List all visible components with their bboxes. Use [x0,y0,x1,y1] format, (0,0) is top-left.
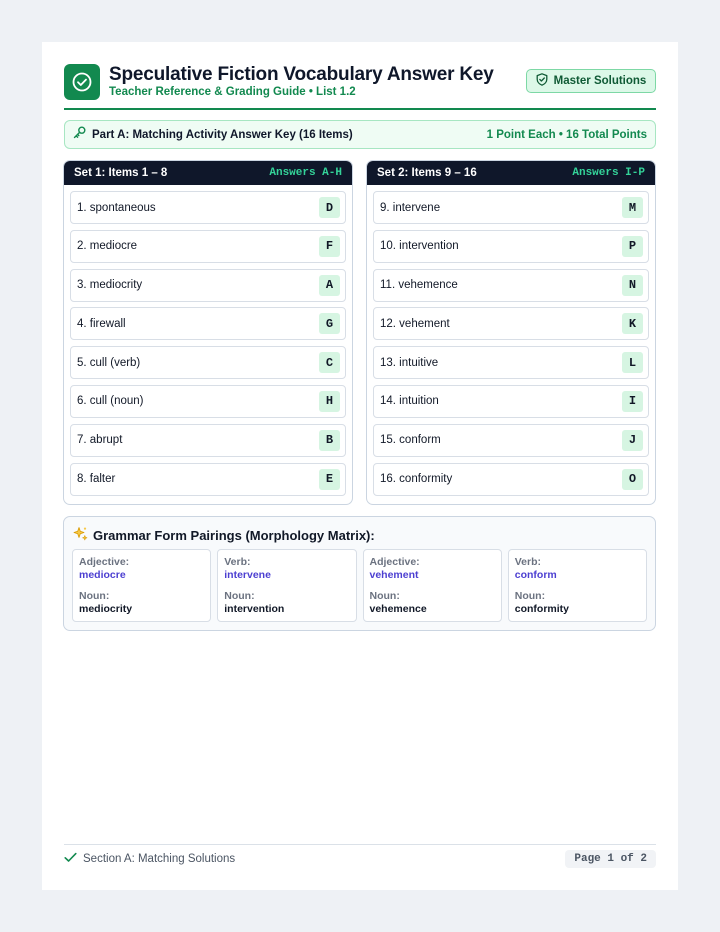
answer-letter: A [319,274,340,296]
list-item: 4. firewall G [70,307,346,341]
answer-letter: P [622,235,643,257]
answer-letter: M [622,197,643,218]
answer-letter: O [622,468,643,490]
list-item: 15. conform J [373,423,649,457]
form-word: intervene [224,569,271,581]
form-label: Verb: [514,556,542,568]
answer-letter: J [622,429,643,451]
part-a-title: Part A: Matching Activity Answer Key (16… [92,128,353,141]
answer-letter: E [319,468,340,490]
part-a-bar: Part A: Matching Activity Answer Key (16… [64,120,656,149]
answer-letter: G [319,313,340,335]
answer-letter: D [319,197,340,218]
answer-letter: N [622,274,643,296]
list-item: 14. intuition I [373,384,649,418]
term-label: 6. cull (noun) [77,395,144,408]
footer-divider [64,844,656,845]
term-label: 4. firewall [77,317,126,330]
page-title: Speculative Fiction Vocabulary Answer Ke… [109,64,494,85]
footer-section: Section A: Matching Solutions [64,852,235,866]
set-2-range: Answers I-P [572,167,645,179]
term-label: 16. conformity [380,473,453,486]
set-1-header: Set 1: Items 1 – 8 Answers A-H [64,161,352,185]
list-item: 3. mediocrity A [70,268,346,302]
part-a-points: 1 Point Each • 16 Total Points [486,128,647,141]
term-label: 9. intervene [380,201,441,214]
set-2-panel: Set 2: Items 9 – 16 Answers I-P 9. inter… [366,160,656,505]
page-subtitle: Teacher Reference & Grading Guide • List… [109,86,356,98]
answer-letter: F [319,235,340,257]
term-label: 11. vehemence [380,279,458,292]
form-label: Noun: [79,590,110,602]
check-circle-icon [64,64,100,100]
list-item: 9. intervene M [373,191,649,224]
sparkles-icon [73,526,88,544]
form-label: Verb: [224,556,251,568]
badge-label: Master Solutions [553,75,647,87]
term-label: 3. mediocrity [77,279,143,292]
answer-letter: H [319,390,340,412]
term-label: 7. abrupt [77,434,123,447]
list-item: 12. vehement K [373,307,649,341]
page-number: Page 1 of 2 [565,850,656,868]
set-2-header: Set 2: Items 9 – 16 Answers I-P [367,161,655,185]
set-1-panel: Set 1: Items 1 – 8 Answers A-H 1. sponta… [63,160,353,505]
master-solutions-badge: Master Solutions [526,69,656,93]
form-label: Noun: [224,590,255,602]
set-1-title: Set 1: Items 1 – 8 [74,167,168,179]
term-label: 2. mediocre [77,240,138,253]
answer-letter: I [622,390,643,412]
answer-key-page: Speculative Fiction Vocabulary Answer Ke… [42,42,678,890]
term-label: 12. vehement [380,317,450,330]
list-item: 2. mediocre F [70,229,346,263]
key-icon [73,125,86,144]
answer-letter: B [319,429,340,451]
form-word: conformity [514,603,570,615]
form-label: Adjective: [369,556,420,568]
term-label: 10. intervention [380,240,459,253]
set-2-title: Set 2: Items 9 – 16 [377,167,477,179]
term-label: 14. intuition [380,395,439,408]
term-label: 8. falter [77,473,116,486]
footer-section-label: Section A: Matching Solutions [83,853,236,865]
form-word: mediocre [79,569,126,581]
grammar-title-row: Grammar Form Pairings (Morphology Matrix… [73,526,375,544]
shield-check-icon [536,73,548,89]
answer-letter: C [319,352,340,374]
form-word: vehement [369,569,419,581]
form-word: intervention [224,603,285,615]
form-label: Adjective: [79,556,130,568]
list-item: 7. abrupt B [70,423,346,457]
grammar-pair-card: Adjective: mediocre Noun: mediocrity [72,549,212,622]
form-word: conform [514,569,557,581]
grammar-pairings-panel: Grammar Form Pairings (Morphology Matrix… [63,516,656,631]
check-icon [64,852,77,866]
page-header: Speculative Fiction Vocabulary Answer Ke… [64,64,656,110]
form-word: vehemence [369,603,427,615]
form-label: Noun: [514,590,546,602]
grammar-pair-card: Verb: intervene Noun: intervention [217,549,357,622]
answer-letter: K [622,313,643,335]
list-item: 6. cull (noun) H [70,384,346,418]
form-label: Noun: [369,590,400,602]
answer-letter: L [622,352,643,374]
grammar-pair-card: Adjective: vehement Noun: vehemence [362,549,502,622]
list-item: 11. vehemence N [373,268,649,302]
list-item: 16. conformity O [373,462,649,496]
form-word: mediocrity [79,603,133,615]
term-label: 13. intuitive [380,356,439,369]
list-item: 10. intervention P [373,229,649,263]
term-label: 15. conform [380,434,441,447]
list-item: 13. intuitive L [373,346,649,380]
term-label: 1. spontaneous [77,201,156,214]
grammar-pair-card: Verb: conform Noun: conformity [507,549,647,622]
set-1-range: Answers A-H [269,167,342,179]
term-label: 5. cull (verb) [77,356,141,369]
list-item: 8. falter E [70,462,346,496]
list-item: 5. cull (verb) C [70,346,346,380]
list-item: 1. spontaneous D [70,191,346,224]
grammar-title: Grammar Form Pairings (Morphology Matrix… [93,527,375,543]
header-divider [64,108,656,110]
